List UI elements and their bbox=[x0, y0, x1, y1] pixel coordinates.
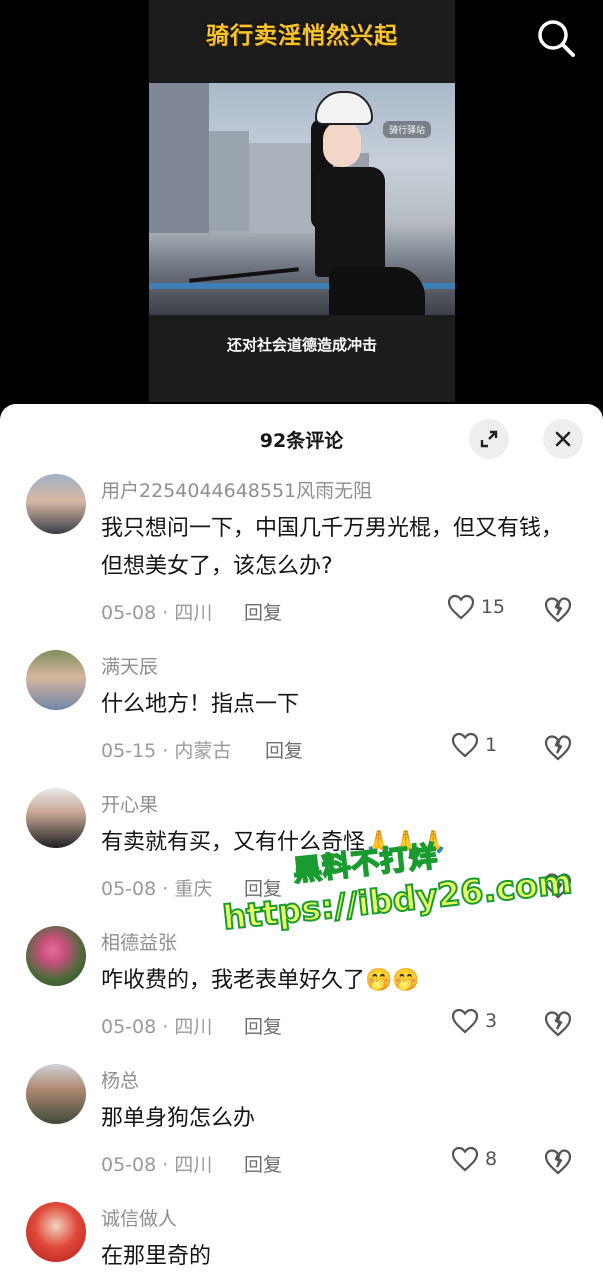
comment-username[interactable]: 开心果 bbox=[101, 790, 158, 817]
reply-button[interactable]: 回复 bbox=[244, 1012, 282, 1039]
comment-text: 什么地方！指点一下 bbox=[101, 692, 300, 717]
like-count: 15 bbox=[480, 596, 505, 618]
avatar[interactable] bbox=[26, 788, 86, 848]
broken-heart-icon[interactable] bbox=[543, 870, 573, 900]
like-button[interactable]: 3 bbox=[451, 1008, 505, 1034]
broken-heart-icon[interactable] bbox=[543, 1146, 573, 1176]
sheet-header: 92条评论 bbox=[0, 404, 603, 474]
heart-outline-icon bbox=[451, 1008, 479, 1034]
expand-button[interactable] bbox=[469, 419, 509, 459]
comment-text: 我只想问一下，中国几千万男光棍，但又有钱，但想美女了，该怎么办? bbox=[101, 516, 564, 579]
video-photo: 骑行驿站 bbox=[149, 83, 455, 315]
video-area[interactable]: 骑行卖淫悄然兴起 骑行驿站 还对社会道德造成冲击 bbox=[0, 0, 603, 420]
heart-outline-icon bbox=[451, 732, 479, 758]
comment-username[interactable]: 满天辰 bbox=[101, 652, 158, 679]
comments-sheet[interactable]: 92条评论 用户2254044648551风雨无阻 我只想问一下，中国几千万男光… bbox=[0, 404, 603, 1280]
comment-date-location: 05-15 · 内蒙古 bbox=[101, 740, 232, 762]
reply-button[interactable]: 回复 bbox=[265, 736, 303, 763]
comment-username[interactable]: 相德益张 bbox=[101, 928, 177, 955]
like-button[interactable]: 15 bbox=[447, 594, 505, 620]
bike-handlebar bbox=[189, 267, 299, 283]
comment-text: 在那里奇的 bbox=[101, 1244, 212, 1269]
like-count: 1 bbox=[485, 734, 498, 756]
broken-heart-icon[interactable] bbox=[543, 732, 573, 762]
helmet bbox=[315, 91, 373, 125]
comment-item: 满天辰 什么地方！指点一下 05-15 · 内蒙古 回复 1 bbox=[0, 650, 603, 788]
comment-count-title: 92条评论 bbox=[259, 430, 344, 452]
building bbox=[209, 131, 249, 231]
comment-date-location: 05-08 · 四川 bbox=[101, 1016, 213, 1038]
comment-item: 杨总 那单身狗怎么办 05-08 · 四川 回复 8 bbox=[0, 1064, 603, 1202]
avatar[interactable] bbox=[26, 1202, 86, 1262]
comment-item: 诚信做人 在那里奇的 bbox=[0, 1202, 603, 1280]
like-button[interactable]: 8 bbox=[451, 1146, 505, 1172]
like-button[interactable]: 1 bbox=[451, 732, 505, 758]
avatar[interactable] bbox=[26, 926, 86, 986]
avatar[interactable] bbox=[26, 474, 86, 534]
comment-date-location: 05-08 · 四川 bbox=[101, 602, 213, 624]
reply-button[interactable]: 回复 bbox=[244, 1150, 282, 1177]
broken-heart-icon[interactable] bbox=[543, 594, 573, 624]
reply-button[interactable]: 回复 bbox=[244, 874, 282, 901]
close-icon bbox=[555, 431, 571, 447]
comment-text: 咋收费的，我老表单好久了🤭🤭 bbox=[101, 968, 420, 993]
heart-outline-icon bbox=[451, 1146, 479, 1172]
building bbox=[149, 83, 209, 233]
video-title: 骑行卖淫悄然兴起 bbox=[206, 23, 398, 49]
heart-outline-icon bbox=[447, 594, 474, 620]
comment-date-location: 05-08 · 四川 bbox=[101, 1154, 213, 1176]
comment-item: 开心果 有卖就有买，又有什么奇怪🙏🙏🙏 05-08 · 重庆 回复 bbox=[0, 788, 603, 926]
broken-heart-icon[interactable] bbox=[543, 1008, 573, 1038]
reply-button[interactable]: 回复 bbox=[244, 598, 282, 625]
video-subtitle: 还对社会道德造成冲击 bbox=[226, 336, 377, 354]
avatar[interactable] bbox=[26, 650, 86, 710]
comment-text: 那单身狗怎么办 bbox=[101, 1106, 256, 1131]
like-count: 8 bbox=[485, 1148, 498, 1170]
comment-username[interactable]: 杨总 bbox=[101, 1066, 139, 1093]
video-tag: 骑行驿站 bbox=[382, 121, 431, 138]
comment-date-location: 05-08 · 重庆 bbox=[101, 878, 213, 900]
comment-item: 用户2254044648551风雨无阻 我只想问一下，中国几千万男光棍，但又有钱… bbox=[0, 474, 603, 644]
expand-icon bbox=[480, 430, 498, 448]
comment-item: 相德益张 咋收费的，我老表单好久了🤭🤭 05-08 · 四川 回复 3 bbox=[0, 926, 603, 1064]
search-button[interactable] bbox=[534, 16, 578, 60]
comment-text: 有卖就有买，又有什么奇怪🙏🙏🙏 bbox=[101, 830, 448, 855]
comment-username[interactable]: 诚信做人 bbox=[101, 1204, 177, 1231]
comment-username[interactable]: 用户2254044648551风雨无阻 bbox=[101, 476, 372, 503]
close-button[interactable] bbox=[543, 419, 583, 459]
avatar[interactable] bbox=[26, 1064, 86, 1124]
like-count: 3 bbox=[485, 1010, 498, 1032]
video-frame[interactable]: 骑行卖淫悄然兴起 骑行驿站 还对社会道德造成冲击 bbox=[149, 0, 455, 402]
search-icon bbox=[538, 20, 575, 57]
